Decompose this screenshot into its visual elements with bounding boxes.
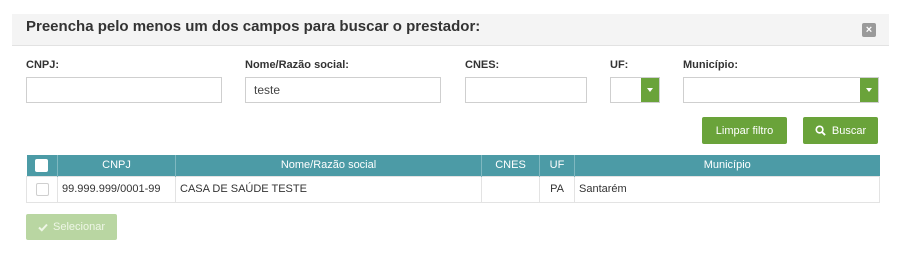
modal-title: Preencha pelo menos um dos campos para b… bbox=[26, 18, 481, 35]
cell-cnpj: 99.999.999/0001-99 bbox=[57, 175, 176, 203]
close-icon[interactable]: × bbox=[862, 23, 876, 37]
chevron-down-icon[interactable] bbox=[860, 78, 878, 102]
search-button-label: Buscar bbox=[831, 124, 867, 137]
cell-cnes bbox=[481, 175, 540, 203]
modal-header: Preencha pelo menos um dos campos para b… bbox=[12, 14, 889, 46]
row-select-cell bbox=[26, 175, 58, 203]
column-header-cnpj[interactable]: CNPJ bbox=[57, 155, 176, 176]
table-row[interactable]: 99.999.999/0001-99 CASA DE SAÚDE TESTE P… bbox=[26, 175, 880, 203]
search-icon bbox=[815, 125, 826, 136]
column-header-nome[interactable]: Nome/Razão social bbox=[175, 155, 482, 176]
cell-nome: CASA DE SAÚDE TESTE bbox=[175, 175, 482, 203]
municipio-select[interactable] bbox=[683, 77, 879, 103]
cnes-input[interactable] bbox=[465, 77, 587, 103]
cnes-label: CNES: bbox=[465, 59, 500, 71]
uf-select[interactable] bbox=[610, 77, 660, 103]
nome-label: Nome/Razão social: bbox=[245, 59, 349, 71]
check-icon bbox=[38, 223, 48, 232]
row-checkbox[interactable] bbox=[35, 182, 49, 196]
municipio-label: Município: bbox=[683, 59, 738, 71]
cell-uf: PA bbox=[539, 175, 575, 203]
uf-label: UF: bbox=[610, 59, 629, 71]
select-button[interactable]: Selecionar bbox=[26, 214, 117, 240]
clear-filter-button[interactable]: Limpar filtro bbox=[702, 117, 787, 144]
chevron-down-icon[interactable] bbox=[641, 78, 659, 102]
select-all-checkbox[interactable] bbox=[35, 158, 49, 172]
select-button-label: Selecionar bbox=[53, 221, 105, 233]
cell-municipio: Santarém bbox=[574, 175, 880, 203]
cnpj-label: CNPJ: bbox=[26, 59, 60, 71]
column-header-municipio[interactable]: Município bbox=[574, 155, 880, 176]
results-table: CNPJ Nome/Razão social CNES UF Município… bbox=[26, 155, 880, 203]
cnpj-input[interactable] bbox=[26, 77, 222, 103]
nome-input[interactable] bbox=[245, 77, 441, 103]
table-header-row: CNPJ Nome/Razão social CNES UF Município bbox=[26, 155, 880, 176]
search-button[interactable]: Buscar bbox=[803, 117, 878, 144]
column-header-cnes[interactable]: CNES bbox=[481, 155, 540, 176]
clear-filter-label: Limpar filtro bbox=[715, 124, 774, 137]
select-all-cell bbox=[26, 155, 58, 176]
column-header-uf[interactable]: UF bbox=[539, 155, 575, 176]
